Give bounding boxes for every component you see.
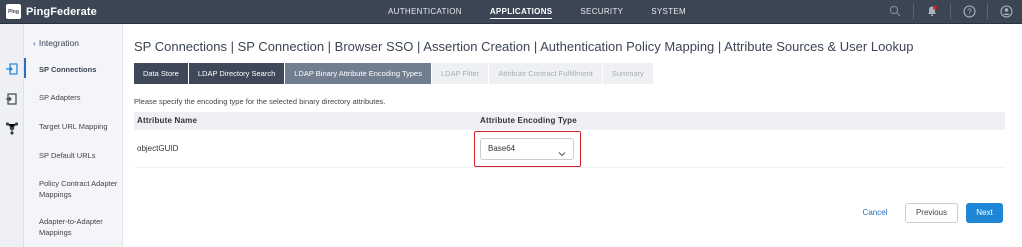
active-indicator	[24, 58, 26, 78]
page-title: SP Connections | SP Connection | Browser…	[134, 39, 914, 54]
instruction-text: Please specify the encoding type for the…	[134, 97, 386, 106]
sidebar-item-sp-default-urls[interactable]: SP Default URLs	[39, 150, 119, 161]
nav-security[interactable]: SECURITY	[580, 0, 623, 24]
divider	[987, 3, 988, 19]
encoding-type-value: Base64	[488, 144, 516, 153]
sidebar-item-sp-connections[interactable]: SP Connections	[39, 64, 119, 75]
logo[interactable]: Ping PingFederate	[6, 4, 97, 19]
next-button[interactable]: Next	[966, 203, 1003, 223]
header-attribute-name: Attribute Name	[137, 116, 198, 125]
document-icon[interactable]	[5, 92, 19, 106]
brand-name: PingFederate	[26, 5, 97, 18]
sidebar-item-policy-contract-adapter-mappings[interactable]: Policy Contract Adapter Mappings	[39, 178, 119, 200]
top-icons: ?	[877, 3, 1014, 19]
nav-authentication[interactable]: AUTHENTICATION	[388, 0, 462, 24]
cancel-button[interactable]: Cancel	[857, 203, 893, 223]
chevron-left-icon: ‹	[33, 38, 36, 48]
previous-button[interactable]: Previous	[905, 203, 958, 223]
sidebar-item-sp-adapters[interactable]: SP Adapters	[39, 92, 119, 103]
tab-ldap-directory-search[interactable]: LDAP Directory Search	[188, 63, 285, 84]
table-header: Attribute Name Attribute Encoding Type	[134, 112, 1005, 130]
left-rail	[0, 24, 24, 247]
chevron-down-icon	[558, 145, 566, 157]
svg-text:?: ?	[967, 7, 972, 16]
top-nav: AUTHENTICATION APPLICATIONS SECURITY SYS…	[388, 0, 714, 24]
nav-system[interactable]: SYSTEM	[651, 0, 686, 24]
side-menu: ‹ Integration SP Connections SP Adapters …	[24, 24, 123, 247]
divider	[950, 3, 951, 19]
header-attribute-encoding-type: Attribute Encoding Type	[480, 116, 577, 125]
tab-summary: Summary	[602, 63, 653, 84]
nav-applications[interactable]: APPLICATIONS	[489, 0, 553, 24]
ping-logo-icon: Ping	[6, 4, 21, 19]
tab-attribute-contract-fulfillment: Attribute Contract Fulfillment	[489, 63, 602, 84]
attribute-name-cell: objectGUID	[137, 144, 179, 153]
back-to-integration[interactable]: ‹ Integration	[33, 38, 79, 48]
tab-ldap-filter: LDAP Filter	[431, 63, 489, 84]
notifications-icon[interactable]	[924, 3, 940, 19]
help-icon[interactable]: ?	[961, 3, 977, 19]
sidebar-item-target-url-mapping[interactable]: Target URL Mapping	[39, 121, 119, 132]
user-icon[interactable]	[998, 3, 1014, 19]
tab-ldap-binary-attribute-encoding-types[interactable]: LDAP Binary Attribute Encoding Types	[285, 63, 431, 84]
top-bar: Ping PingFederate AUTHENTICATION APPLICA…	[0, 0, 1022, 24]
side-back-label: Integration	[38, 38, 80, 48]
applications-icon[interactable]	[5, 62, 19, 76]
search-icon[interactable]	[887, 3, 903, 19]
network-icon[interactable]	[5, 121, 19, 135]
wizard-tabs: Data Store LDAP Directory Search LDAP Bi…	[134, 63, 654, 84]
encoding-type-select[interactable]: Base64	[480, 138, 574, 160]
sidebar-item-adapter-to-adapter-mappings[interactable]: Adapter-to-Adapter Mappings	[39, 216, 119, 238]
tab-data-store[interactable]: Data Store	[134, 63, 188, 84]
divider	[913, 3, 914, 19]
